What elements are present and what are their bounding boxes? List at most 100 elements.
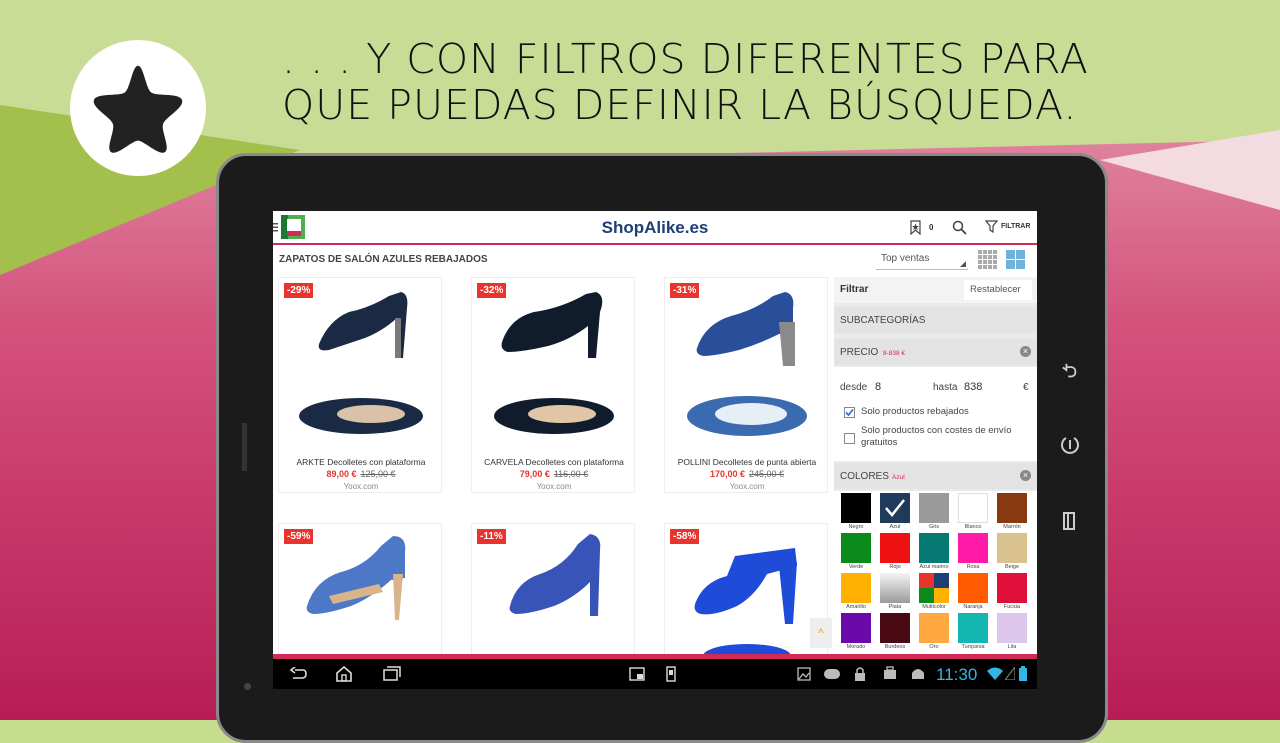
color-swatch-negro[interactable] xyxy=(841,493,871,523)
color-swatch-verde[interactable] xyxy=(841,533,871,563)
grid-view-icon[interactable] xyxy=(978,250,997,269)
color-swatch-grid: Negro Azul Gris Blanco Marrón Verde Rojo Azul m… xyxy=(834,491,1037,657)
checkmark-icon xyxy=(845,408,854,417)
price-to-input[interactable]: 838 xyxy=(961,379,1017,395)
filter-button[interactable]: FILTRAR xyxy=(985,220,1030,233)
only-sale-label: Solo productos rebajados xyxy=(861,406,969,417)
nav-recent-icon[interactable] xyxy=(1055,506,1085,536)
bookmark-count: 0 xyxy=(929,223,934,232)
color-swatch-turquesa[interactable] xyxy=(958,613,988,643)
clear-price-icon[interactable]: × xyxy=(1020,346,1031,357)
system-bar: 11:30 xyxy=(273,659,1037,689)
color-swatch-label: Gris xyxy=(928,524,940,530)
color-swatch-label: Morado xyxy=(846,644,866,650)
tablet-camera xyxy=(244,683,251,690)
filter-panel: Filtrar Restablecer SUBCATEGORÍAS PRECIO… xyxy=(834,277,1037,657)
headline-line-1: . . . Y CON FILTROS DIFERENTES PARA xyxy=(282,35,1089,83)
price-old: 116,00 € xyxy=(553,469,589,479)
product-name[interactable]: POLLINI Decolletes de punta abierta xyxy=(665,457,829,467)
product-name[interactable]: CARVELA Decolletes con plataforma xyxy=(472,457,636,467)
product-card[interactable]: -29% ARKTE Decolletes con plataforma 89,… xyxy=(278,277,442,493)
gallery-icon xyxy=(797,667,811,681)
color-swatch-fucsia[interactable] xyxy=(997,573,1027,603)
back-icon[interactable] xyxy=(289,667,307,681)
product-card[interactable]: -58% xyxy=(664,523,828,663)
nav-home-icon[interactable] xyxy=(1055,430,1085,460)
color-swatch-beige[interactable] xyxy=(997,533,1027,563)
color-swatch-naranja[interactable] xyxy=(958,573,988,603)
colors-selected: Azul xyxy=(892,474,905,481)
free-shipping-label: Solo productos con costes de envío gratu… xyxy=(861,425,1012,448)
color-swatch-burdeos[interactable] xyxy=(880,613,910,643)
dropdown-arrow-icon xyxy=(960,261,966,267)
color-swatch-morado[interactable] xyxy=(841,613,871,643)
product-card[interactable]: -31% POLLINI Decolletes de punta abierta… xyxy=(664,277,828,493)
color-swatch-plata[interactable] xyxy=(880,573,910,603)
product-card[interactable]: -11% xyxy=(471,523,635,663)
colors-label: COLORES xyxy=(840,471,889,482)
color-swatch-label: Negro xyxy=(848,524,864,530)
price-old: 125,00 € xyxy=(360,469,396,479)
color-swatch-multicolor[interactable] xyxy=(919,573,949,603)
color-swatch-oro[interactable] xyxy=(919,613,949,643)
screenshot-icon[interactable] xyxy=(629,667,645,681)
check-icon xyxy=(885,499,905,517)
color-swatch-label: Naranja xyxy=(963,604,983,610)
color-swatch-label: Azul marino xyxy=(919,564,949,570)
price-section-body: desde 8 hasta 838 € Solo productos rebaj… xyxy=(834,367,1037,461)
home-icon[interactable] xyxy=(335,665,353,682)
wifi-icon xyxy=(987,667,1003,680)
color-swatch-amarillo[interactable] xyxy=(841,573,871,603)
free-shipping-checkbox[interactable] xyxy=(844,433,855,444)
briefcase-icon xyxy=(884,666,896,679)
reset-filters-button[interactable]: Restablecer xyxy=(964,280,1032,300)
color-swatch-label: Rosa xyxy=(966,564,980,570)
clear-colors-icon[interactable]: × xyxy=(1020,470,1031,481)
color-swatch-azul[interactable] xyxy=(880,493,910,523)
shoe-image xyxy=(694,548,797,624)
color-swatch-rosa[interactable] xyxy=(958,533,988,563)
scroll-to-top-button[interactable]: ^ xyxy=(810,618,832,648)
price-from-input[interactable]: 8 xyxy=(872,379,928,395)
colors-section-header[interactable]: COLORES Azul × xyxy=(834,463,1037,489)
shoe-image xyxy=(318,292,408,358)
product-card[interactable]: -59% xyxy=(278,523,442,663)
color-swatch-blanco[interactable] xyxy=(958,493,988,523)
product-name[interactable]: ARKTE Decolletes con plataforma xyxy=(279,457,443,467)
star-badge xyxy=(70,40,206,176)
color-swatch-label: Amarillo xyxy=(846,604,866,610)
color-swatch-label: Blanco xyxy=(964,524,982,530)
color-swatch-marrón[interactable] xyxy=(997,493,1027,523)
price-section-header[interactable]: PRECIO 8-838 € × xyxy=(834,339,1037,365)
subcategories-section[interactable]: SUBCATEGORÍAS xyxy=(834,307,1037,333)
page-title: ZAPATOS DE SALÓN AZULES REBAJADOS xyxy=(279,254,488,265)
phone-icon[interactable] xyxy=(666,666,676,682)
shoe-image xyxy=(509,534,601,616)
bookmark-icon[interactable] xyxy=(909,220,922,235)
color-swatch-label: Turquesa xyxy=(961,644,985,650)
signal-icon xyxy=(1005,667,1015,680)
price-label: PRECIO xyxy=(840,347,879,358)
lock-icon xyxy=(855,667,865,681)
clock: 11:30 xyxy=(936,665,978,684)
shoe-top-image xyxy=(299,398,423,434)
subcategories-label: SUBCATEGORÍAS xyxy=(840,315,926,326)
search-icon[interactable] xyxy=(952,220,967,235)
color-swatch-azul-marino[interactable] xyxy=(919,533,949,563)
color-swatch-lila[interactable] xyxy=(997,613,1027,643)
currency-label: € xyxy=(1023,382,1029,393)
large-grid-view-icon[interactable] xyxy=(1006,250,1025,269)
price-now: 89,00 € xyxy=(326,469,357,479)
price-range: 8-838 € xyxy=(883,350,906,357)
nav-back-icon[interactable] xyxy=(1055,356,1085,386)
recent-apps-icon[interactable] xyxy=(383,666,401,681)
only-sale-checkbox[interactable] xyxy=(844,407,855,418)
price-from-label: desde xyxy=(840,382,868,393)
color-swatch-gris[interactable] xyxy=(919,493,949,523)
product-card[interactable]: -32% CARVELA Decolletes con plataforma 7… xyxy=(471,277,635,493)
color-swatch-rojo[interactable] xyxy=(880,533,910,563)
color-swatch-label: Marrón xyxy=(1003,524,1021,530)
battery-icon xyxy=(1019,666,1027,681)
sort-dropdown[interactable]: Top ventas xyxy=(876,249,968,270)
headline-line-2: QUE PUEDAS DEFINIR LA BÚSQUEDA. xyxy=(282,81,1078,129)
